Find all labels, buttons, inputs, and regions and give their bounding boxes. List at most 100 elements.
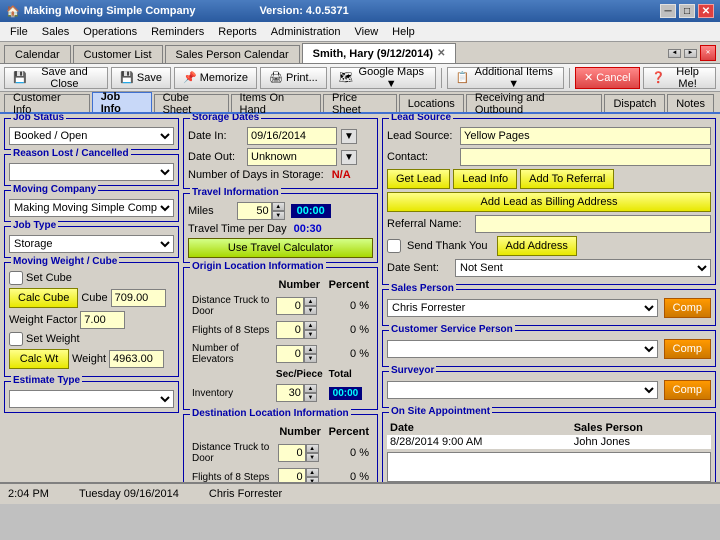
menu-help[interactable]: Help — [386, 24, 421, 40]
date-in-dropdown[interactable]: ▼ — [341, 129, 357, 144]
contact-input[interactable] — [460, 148, 711, 166]
menu-sales[interactable]: Sales — [36, 24, 76, 40]
dest-flights-up[interactable]: ▲ — [306, 468, 319, 477]
tab-close-x[interactable]: ✕ — [700, 45, 716, 61]
lead-info-button[interactable]: Lead Info — [453, 169, 517, 189]
maximize-button[interactable]: □ — [679, 4, 695, 18]
calc-wt-button[interactable]: Calc Wt — [9, 349, 69, 369]
dest-distance-row: Distance Truck to Door ▲ ▼ 0 % — [190, 441, 371, 465]
tab-calendar[interactable]: Calendar — [4, 45, 71, 63]
google-maps-button[interactable]: 🗺 Google Maps ▼ — [330, 67, 436, 89]
tab-customer-list[interactable]: Customer List — [73, 45, 163, 63]
origin-inventory-input[interactable] — [276, 384, 304, 402]
dest-distance-input[interactable] — [278, 444, 306, 462]
sales-person-select[interactable]: Chris Forrester — [387, 299, 658, 317]
cube-value-input[interactable] — [111, 289, 166, 307]
set-cube-checkbox[interactable] — [9, 271, 23, 285]
miles-down[interactable]: ▼ — [272, 211, 285, 220]
sub-tab-locations[interactable]: Locations — [399, 94, 464, 112]
add-billing-button[interactable]: Add Lead as Billing Address — [387, 192, 711, 212]
version: Version: 4.0.5371 — [259, 5, 348, 17]
travel-info-section: Travel Information Miles ▲ ▼ 00:00 Trave… — [183, 193, 378, 263]
surveyor-comp-button[interactable]: Comp — [664, 380, 711, 400]
additional-items-button[interactable]: 📋 Additional Items ▼ — [447, 67, 564, 89]
estimate-type-select[interactable] — [9, 390, 174, 408]
on-site-table: Date Sales Person 8/28/2014 9:00 AM John… — [387, 421, 711, 449]
map-icon: 🗺 — [339, 71, 353, 84]
tab-scroll-right[interactable]: ► — [684, 49, 697, 58]
origin-elevators-input[interactable] — [276, 345, 304, 363]
weight-factor-input[interactable] — [80, 311, 125, 329]
get-lead-button[interactable]: Get Lead — [387, 169, 450, 189]
save-button[interactable]: 💾 Save — [111, 67, 171, 89]
close-button[interactable]: ✕ — [698, 4, 714, 18]
miles-input[interactable] — [237, 202, 272, 220]
origin-distance-input[interactable] — [276, 297, 304, 315]
origin-flights-down[interactable]: ▼ — [304, 330, 317, 339]
dest-distance-up[interactable]: ▲ — [306, 444, 319, 453]
tab-close-icon[interactable]: ✕ — [437, 48, 445, 59]
menu-reports[interactable]: Reports — [212, 24, 263, 40]
sub-tab-price-sheet[interactable]: Price Sheet — [323, 94, 397, 112]
customer-service-select[interactable] — [387, 340, 658, 358]
lead-source-input[interactable] — [460, 127, 711, 145]
date-sent-select[interactable]: Not Sent — [455, 259, 711, 277]
sub-tab-cube-sheet[interactable]: Cube Sheet — [154, 94, 229, 112]
save-close-button[interactable]: 💾 Save and Close — [4, 67, 108, 89]
menu-operations[interactable]: Operations — [77, 24, 143, 40]
menu-view[interactable]: View — [349, 24, 385, 40]
surveyor-select[interactable] — [387, 381, 658, 399]
job-status-label: Job Status — [11, 114, 66, 123]
memorize-button[interactable]: 📌 Memorize — [174, 67, 257, 89]
estimate-type-label: Estimate Type — [11, 375, 82, 386]
tab-sales-calendar[interactable]: Sales Person Calendar — [165, 45, 300, 63]
dest-flights-input[interactable] — [278, 468, 306, 482]
sub-tab-items-on-hand[interactable]: Items On Hand — [231, 94, 321, 112]
date-in-input[interactable] — [247, 127, 337, 145]
add-referral-button[interactable]: Add To Referral — [520, 169, 614, 189]
tab-scroll-left[interactable]: ◄ — [668, 49, 681, 58]
sub-tab-job-info[interactable]: Job Info — [92, 92, 152, 112]
referral-name-input[interactable] — [475, 215, 711, 233]
menu-administration[interactable]: Administration — [265, 24, 347, 40]
sub-tab-receiving[interactable]: Receiving and Outbound — [466, 94, 603, 112]
cancel-button[interactable]: ✕ Cancel — [575, 67, 639, 89]
moving-company-select[interactable]: Making Moving Simple Compan — [9, 199, 174, 217]
origin-elevators-up[interactable]: ▲ — [304, 345, 317, 354]
origin-inventory-down[interactable]: ▼ — [304, 393, 317, 402]
tab-active-doc[interactable]: Smith, Hary (9/12/2014) ✕ — [302, 43, 457, 63]
dest-distance-down[interactable]: ▼ — [306, 453, 319, 462]
send-thank-you-checkbox[interactable] — [387, 239, 401, 253]
add-address-button[interactable]: Add Address — [497, 236, 577, 256]
menu-reminders[interactable]: Reminders — [145, 24, 210, 40]
date-out-dropdown[interactable]: ▼ — [341, 150, 357, 165]
dest-flights-down[interactable]: ▼ — [306, 477, 319, 482]
date-out-input[interactable] — [247, 148, 337, 166]
origin-distance-up[interactable]: ▲ — [304, 297, 317, 306]
sub-tab-customer-info[interactable]: Customer Info — [4, 94, 90, 112]
cancel-icon: ✕ — [584, 71, 593, 84]
travel-calculator-button[interactable]: Use Travel Calculator — [188, 238, 373, 258]
set-weight-checkbox[interactable] — [9, 332, 23, 346]
sub-tab-notes[interactable]: Notes — [667, 94, 714, 112]
job-type-section: Job Type Storage — [4, 226, 179, 258]
origin-inventory-up[interactable]: ▲ — [304, 384, 317, 393]
sales-comp-button[interactable]: Comp — [664, 298, 711, 318]
help-me-button[interactable]: ❓ Help Me! — [643, 67, 716, 89]
origin-location-label: Origin Location Information — [190, 261, 326, 272]
job-status-select[interactable]: Booked / Open — [9, 127, 174, 145]
origin-distance-down[interactable]: ▼ — [304, 306, 317, 315]
calc-cube-button[interactable]: Calc Cube — [9, 288, 78, 308]
job-type-select[interactable]: Storage — [9, 235, 174, 253]
reason-lost-select[interactable] — [9, 163, 174, 181]
menu-file[interactable]: File — [4, 24, 34, 40]
print-button[interactable]: 🖨 Print... — [260, 67, 327, 89]
origin-elevators-down[interactable]: ▼ — [304, 354, 317, 363]
sub-tab-dispatch[interactable]: Dispatch — [604, 94, 665, 112]
origin-flights-up[interactable]: ▲ — [304, 321, 317, 330]
minimize-button[interactable]: ─ — [660, 4, 676, 18]
cs-comp-button[interactable]: Comp — [664, 339, 711, 359]
miles-up[interactable]: ▲ — [272, 202, 285, 211]
origin-flights-input[interactable] — [276, 321, 304, 339]
weight-value-input[interactable] — [109, 350, 164, 368]
